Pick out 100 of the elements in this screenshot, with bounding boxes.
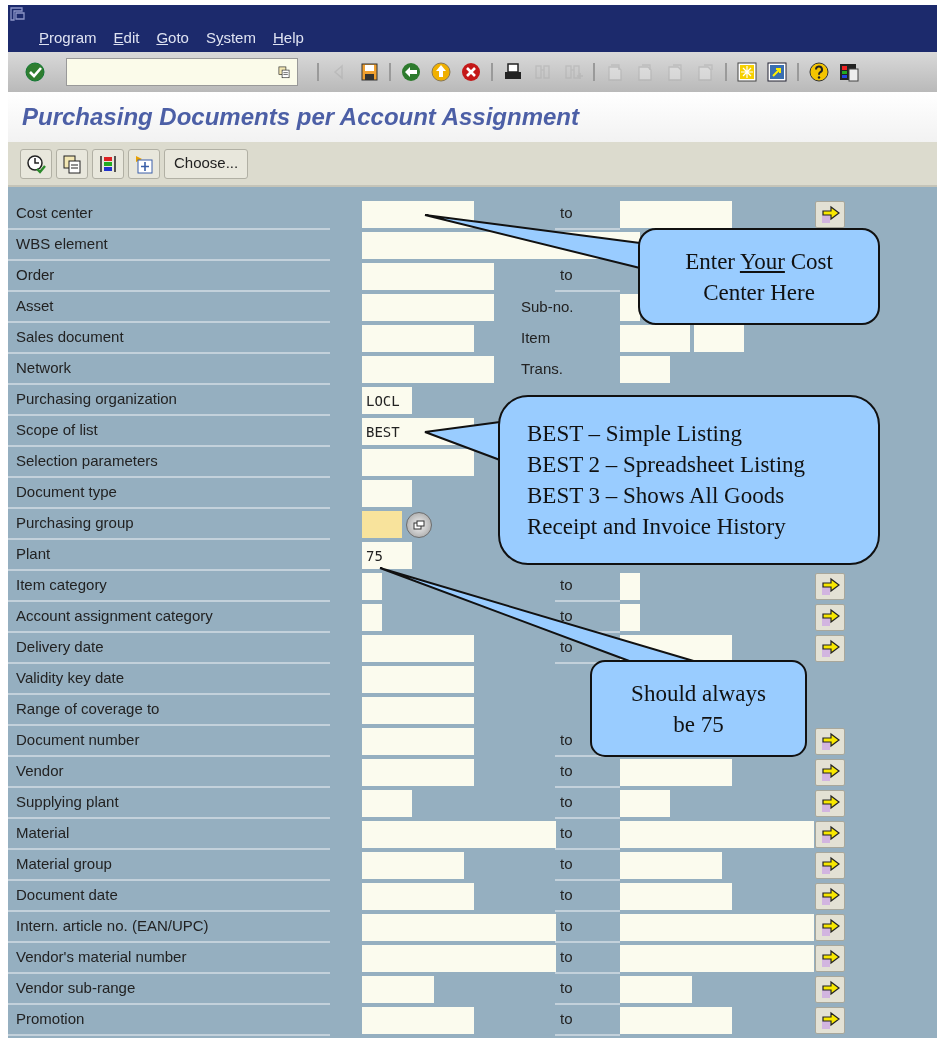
input-field[interactable] <box>362 449 474 476</box>
input-field[interactable] <box>362 573 382 600</box>
input-field[interactable] <box>362 790 412 817</box>
field-label: Scope of list <box>16 420 98 441</box>
field-label: Document date <box>16 885 118 906</box>
arrow-icon <box>819 762 841 783</box>
menu-item[interactable]: Edit <box>113 27 140 50</box>
input-field[interactable] <box>620 573 640 600</box>
command-field[interactable] <box>66 58 298 86</box>
screen-title: Purchasing Documents per Account Assignment <box>22 102 579 132</box>
menu-item[interactable]: Help <box>272 27 304 50</box>
callout-text: BEST – Simple Listing BEST 2 – Spreadsheet Listing BEST 3 – Shows All Goods Receipt and Invoice History <box>527 420 806 541</box>
input-field[interactable]: LOCL <box>362 387 412 414</box>
cancel-icon <box>460 61 482 83</box>
input-field[interactable] <box>362 821 556 848</box>
input-field[interactable] <box>620 914 814 941</box>
multiple-selection-button[interactable] <box>815 976 845 1003</box>
arrow-icon <box>819 793 841 814</box>
input-field[interactable] <box>362 852 464 879</box>
multiple-selection-button[interactable] <box>815 821 845 848</box>
arrow-icon <box>819 731 841 752</box>
range-to-label: to <box>560 885 573 906</box>
input-field[interactable] <box>362 480 412 507</box>
choose-button[interactable]: Choose... <box>164 148 249 179</box>
field-label: Delivery date <box>16 637 104 658</box>
callout-text: Should always be 75 <box>631 679 766 739</box>
input-field[interactable] <box>620 821 814 848</box>
input-field[interactable] <box>362 759 474 786</box>
get-variant-button[interactable] <box>56 148 88 179</box>
input-field[interactable] <box>620 1007 732 1034</box>
input-field[interactable] <box>362 883 474 910</box>
input-field[interactable] <box>362 325 474 352</box>
input-field[interactable] <box>362 914 556 941</box>
field-label: WBS element <box>16 234 108 255</box>
input-field[interactable] <box>620 945 814 972</box>
multiple-selection-button[interactable] <box>815 759 845 786</box>
input-field[interactable] <box>620 325 690 352</box>
value-help-button[interactable] <box>406 511 432 538</box>
multiple-selection-button[interactable] <box>815 914 845 941</box>
multiple-selection-button[interactable] <box>815 728 845 755</box>
input-field[interactable] <box>362 666 474 693</box>
input-field[interactable] <box>362 945 556 972</box>
input-field[interactable] <box>362 263 494 290</box>
input-field[interactable] <box>620 759 732 786</box>
field-label: Intern. article no. (EAN/UPC) <box>16 916 209 937</box>
input-field[interactable]: 75 <box>362 542 412 569</box>
multiple-selection-button[interactable] <box>815 790 845 817</box>
input-field[interactable] <box>620 790 670 817</box>
input-field[interactable] <box>694 325 744 352</box>
arrow-icon <box>819 1010 841 1031</box>
field-label: Asset <box>16 296 54 317</box>
field-label: Range of coverage to <box>16 699 160 720</box>
input-field[interactable] <box>620 852 722 879</box>
menu-item[interactable]: Program <box>39 27 97 50</box>
field-label: Selection parameters <box>16 451 158 472</box>
field-label: Account assignment category <box>16 606 213 627</box>
range-to-label: to <box>560 916 573 937</box>
multiple-selection-button[interactable] <box>815 573 845 600</box>
multiple-selection-button[interactable] <box>815 604 845 631</box>
input-field[interactable] <box>620 294 640 321</box>
system-menu-icon[interactable] <box>10 7 26 21</box>
input-field[interactable] <box>362 356 494 383</box>
window-icon <box>413 519 425 530</box>
arrow-icon <box>819 886 841 907</box>
input-field[interactable] <box>620 604 640 631</box>
field-label: Vendor's material number <box>16 947 187 968</box>
input-field[interactable] <box>362 976 434 1003</box>
menu-item[interactable]: Goto <box>156 27 189 50</box>
multiple-selection-button[interactable] <box>815 635 845 662</box>
range-to-label: to <box>560 823 573 844</box>
range-to-label: to <box>560 575 573 596</box>
arrow-icon <box>819 576 841 597</box>
multiple-selection-button[interactable] <box>815 883 845 910</box>
range-to-label: to <box>560 637 573 658</box>
required-input-field[interactable] <box>362 511 402 538</box>
input-field[interactable] <box>620 976 692 1003</box>
multiple-selection-button[interactable] <box>815 1007 845 1034</box>
field-label: Purchasing group <box>16 513 134 534</box>
field-label: Item <box>521 328 551 349</box>
input-field[interactable] <box>620 356 670 383</box>
input-field[interactable] <box>362 1007 474 1034</box>
range-to-label: to <box>560 792 573 813</box>
input-field[interactable] <box>620 201 732 228</box>
field-label: Sales document <box>16 327 124 348</box>
back-icon <box>400 61 422 83</box>
selection-options-button[interactable] <box>128 148 160 179</box>
field-label: Supplying plant <box>16 792 119 813</box>
execute-button[interactable] <box>20 148 52 179</box>
input-field[interactable] <box>362 604 382 631</box>
input-field[interactable] <box>362 635 474 662</box>
input-field[interactable] <box>362 294 494 321</box>
columns-button[interactable] <box>92 148 124 179</box>
input-field[interactable] <box>620 883 732 910</box>
multiple-selection-button[interactable] <box>815 852 845 879</box>
input-field[interactable] <box>362 201 474 228</box>
input-field[interactable] <box>362 728 474 755</box>
input-field[interactable] <box>362 697 474 724</box>
multiple-selection-button[interactable] <box>815 945 845 972</box>
multiple-selection-button[interactable] <box>815 201 845 228</box>
menu-item[interactable]: System <box>205 27 256 50</box>
